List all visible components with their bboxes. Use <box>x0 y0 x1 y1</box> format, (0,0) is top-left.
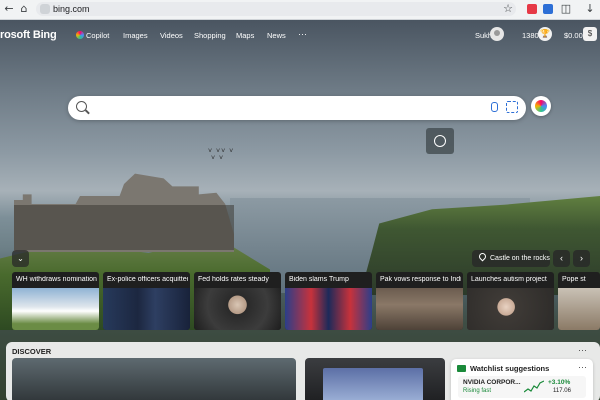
collapse-news-button[interactable]: ⌄ <box>12 250 29 267</box>
rewards-trophy-icon[interactable]: 🏆 <box>538 27 552 41</box>
discover-card[interactable] <box>305 358 445 400</box>
news-image <box>376 288 463 330</box>
nav-copilot[interactable]: Copilot <box>76 31 109 40</box>
copilot-button[interactable] <box>531 96 551 116</box>
microphone-icon[interactable] <box>491 102 498 112</box>
wallet-icon[interactable]: $ <box>583 27 597 41</box>
watchlist-title: Watchlist suggestions <box>470 364 550 373</box>
location-pin-icon <box>477 251 488 262</box>
news-image <box>103 288 190 330</box>
stock-sparkline-icon <box>524 380 544 393</box>
extensions-icon[interactable]: ◫ <box>560 3 572 15</box>
url-text: bing.com <box>53 4 90 14</box>
next-image-button[interactable]: › <box>573 250 590 267</box>
site-info-icon[interactable] <box>40 4 50 14</box>
header: rosoft Bing Copilot Images Videos Shoppi… <box>0 20 600 50</box>
stock-name: NVIDIA CORPOR... <box>463 379 521 386</box>
news-card[interactable]: WH withdraws nomination <box>12 272 99 330</box>
extension-red-icon[interactable] <box>527 4 537 14</box>
nav-copilot-label: Copilot <box>86 31 110 40</box>
visual-search-icon[interactable] <box>506 101 518 113</box>
news-title: Fed holds rates steady <box>198 276 269 283</box>
news-card[interactable]: Ex-police officers acquitted <box>103 272 190 330</box>
news-title: Biden slams Trump <box>289 276 349 283</box>
news-image <box>12 288 99 330</box>
news-card[interactable]: Biden slams Trump <box>285 272 372 330</box>
castle-shadow <box>14 205 234 250</box>
browser-toolbar: ← ⌂ bing.com ☆ ◫ ↓ <box>0 0 600 20</box>
discover-more-icon[interactable]: ··· <box>578 345 587 355</box>
nav-maps[interactable]: Maps <box>236 31 254 40</box>
search-input[interactable] <box>92 100 486 118</box>
news-card[interactable]: Pak vows response to India <box>376 272 463 330</box>
stock-tag: Rising fast <box>463 388 492 394</box>
extension-blue-icon[interactable] <box>543 4 553 14</box>
nav-shopping[interactable]: Shopping <box>194 31 226 40</box>
news-image <box>558 288 600 330</box>
news-image <box>467 288 554 330</box>
watchlist-icon <box>457 365 466 372</box>
news-title: Pope st <box>562 276 586 283</box>
nav-images[interactable]: Images <box>123 31 148 40</box>
search-box[interactable] <box>68 96 526 120</box>
stock-row[interactable]: NVIDIA CORPOR... Rising fast +3.10% 117.… <box>458 376 586 398</box>
rewards-points[interactable]: 1380 <box>522 31 539 40</box>
news-title: WH withdraws nomination <box>16 276 97 283</box>
previous-image-button[interactable]: ‹ <box>553 250 570 267</box>
nav-more-icon[interactable]: ··· <box>298 29 307 39</box>
bing-homepage: ˅ ˅˅ ˅ ˅ ˅ rosoft Bing Copilot Images Vi… <box>0 20 600 400</box>
watchlist-more-icon[interactable]: ··· <box>578 362 587 372</box>
image-caption[interactable]: Castle on the rocks <box>472 250 550 267</box>
discover-label: DISCOVER <box>12 347 52 356</box>
news-card[interactable]: Pope st <box>558 272 600 330</box>
news-image <box>285 288 372 330</box>
news-image <box>194 288 281 330</box>
download-icon[interactable]: ↓ <box>584 3 596 15</box>
stock-change: +3.10% <box>548 379 571 386</box>
address-bar[interactable]: bing.com ☆ <box>36 2 516 16</box>
stock-price: 117.06 <box>553 388 571 394</box>
news-title: Pak vows response to India <box>380 276 461 283</box>
news-card[interactable]: Launches autism project <box>467 272 554 330</box>
avatar[interactable] <box>490 27 504 41</box>
home-icon[interactable]: ⌂ <box>18 3 30 15</box>
wallet-balance[interactable]: $0.00 <box>564 31 583 40</box>
nav-videos[interactable]: Videos <box>160 31 183 40</box>
birds-decoration: ˅ ˅˅ ˅ ˅ ˅ <box>208 148 235 162</box>
bing-logo[interactable]: rosoft Bing <box>0 29 57 41</box>
star-icon[interactable]: ☆ <box>502 3 514 15</box>
nav-news[interactable]: News <box>267 31 286 40</box>
image-search-icon[interactable] <box>426 128 454 154</box>
discover-card[interactable] <box>12 358 296 400</box>
news-card[interactable]: Fed holds rates steady <box>194 272 281 330</box>
search-icon[interactable] <box>76 101 87 112</box>
news-title: Launches autism project <box>471 276 547 283</box>
copilot-icon <box>76 31 84 39</box>
back-icon[interactable]: ← <box>3 3 15 15</box>
news-title: Ex-police officers acquitted <box>107 276 188 283</box>
image-caption-text: Castle on the rocks <box>490 255 550 262</box>
